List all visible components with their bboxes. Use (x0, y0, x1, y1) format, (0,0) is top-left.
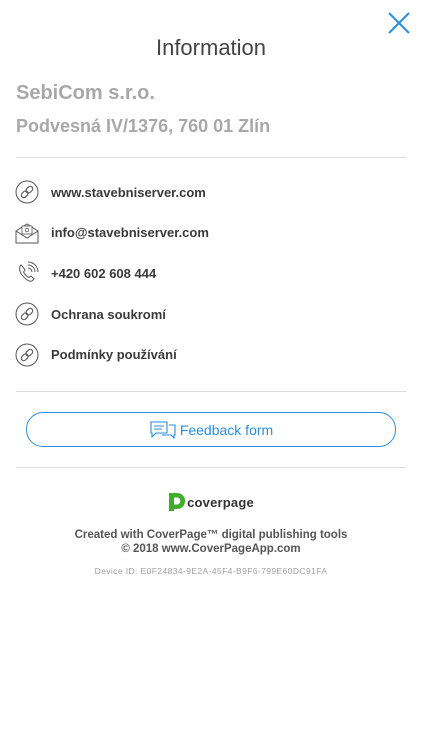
contact-label: www.stavebniserver.com (51, 184, 206, 200)
credits-line-1: Created with CoverPage™ digital publishi… (74, 529, 348, 541)
feedback-chat-icon (150, 420, 176, 439)
coverpage-logo-icon (169, 493, 186, 511)
contact-label: info@stavebniserver.com (51, 225, 209, 241)
contact-item-website[interactable]: www.stavebniserver.com (14, 172, 406, 213)
contact-item-privacy[interactable]: Ochrana soukromí (14, 294, 406, 335)
contact-label: Ochrana soukromí (51, 306, 166, 322)
divider-middle (16, 391, 406, 392)
contact-label: Podmínky používání (51, 347, 177, 363)
page-title: Information (155, 35, 267, 60)
company-name: SebiCom s.r.o. (16, 82, 155, 104)
link-icon (14, 301, 40, 327)
divider-bottom (16, 467, 406, 468)
link-icon (14, 342, 40, 368)
contact-item-phone[interactable]: +420 602 608 444 (14, 253, 406, 294)
feedback-form-label: Feedback form (179, 421, 274, 438)
contact-item-email[interactable]: info@stavebniserver.com (14, 213, 406, 254)
mail-icon (14, 220, 40, 246)
credits-line-2: © 2018 www.CoverPageApp.com (121, 543, 301, 555)
feedback-form-button[interactable]: Feedback form (26, 412, 396, 447)
close-icon (388, 12, 410, 34)
credits: Created with CoverPage™ digital publishi… (0, 528, 422, 556)
device-id: Device ID: E0F24834-9E2A-45F4-B9F6-799E6… (94, 566, 328, 576)
phone-icon (14, 260, 40, 286)
contact-item-terms[interactable]: Podmínky používání (14, 334, 406, 375)
coverpage-logo-text: coverpage (187, 494, 254, 510)
coverpage-logo: coverpage (0, 492, 422, 512)
link-icon (14, 179, 40, 205)
contact-label: +420 602 608 444 (51, 265, 157, 281)
company-address: Podvesná IV/1376, 760 01 Zlín (16, 116, 271, 136)
divider-top (16, 157, 406, 158)
close-button[interactable] (386, 10, 412, 36)
contact-list: www.stavebniserver.com info@stavebniserv… (14, 172, 406, 375)
